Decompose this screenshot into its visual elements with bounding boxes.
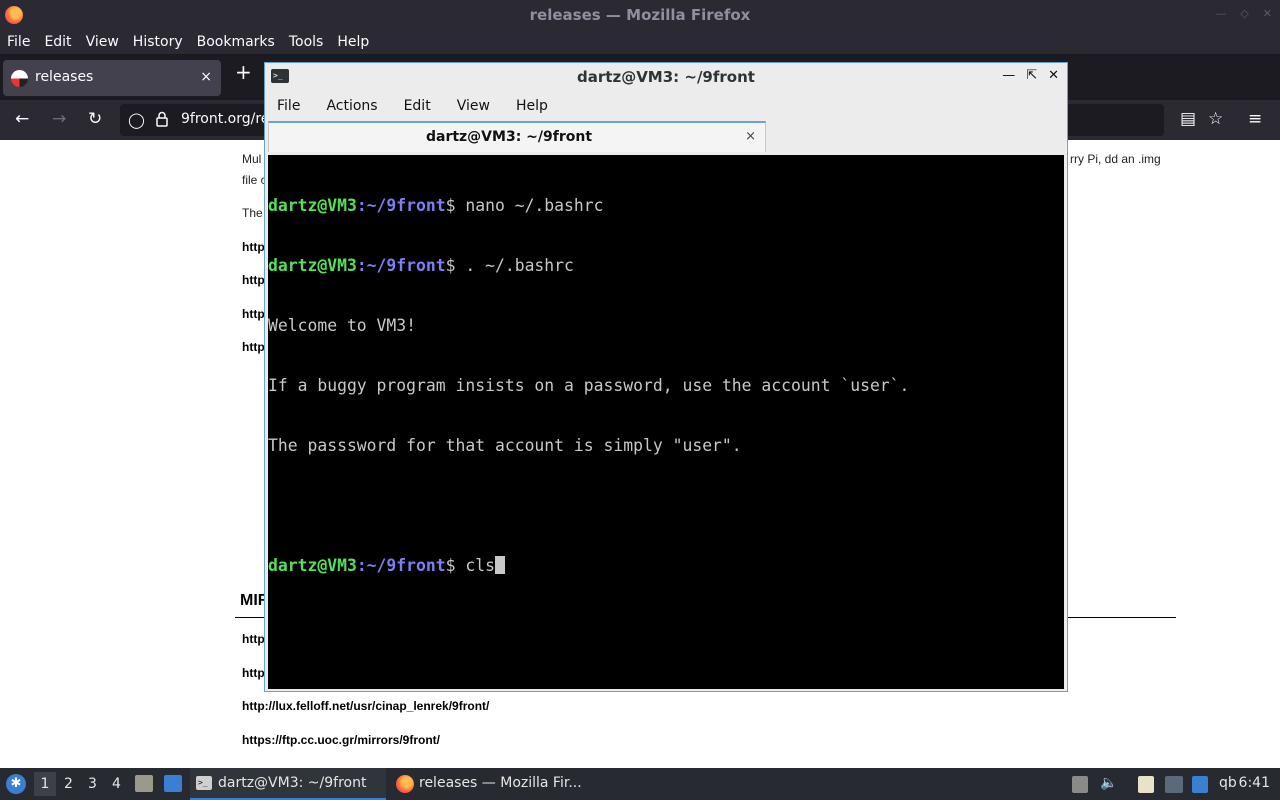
tab-releases[interactable]: releases × [3,60,221,96]
release-link[interactable]: http [242,240,265,254]
menu-file[interactable]: File [277,98,300,114]
volume-icon[interactable]: 🔈 [1100,775,1117,791]
terminal-line: dartz@VM3:~/9front$ . ~/.bashrc [268,256,574,275]
release-link[interactable]: http [242,307,265,321]
mirror-link[interactable]: http://lux.felloff.net/usr/cinap_lenrek/… [242,699,489,713]
page-text-fragment: The [242,206,263,220]
reader-view-icon[interactable]: ▤ [1180,110,1196,128]
terminal-tabbar: dartz@VM3: ~/9front × [265,120,1067,153]
menu-history[interactable]: History [133,34,183,50]
text-cursor [494,556,505,574]
mirror-link[interactable]: https://ftp.cc.uoc.gr/mirrors/9front/ [242,733,440,747]
new-tab-button[interactable]: + [235,62,252,82]
menu-help[interactable]: Help [516,98,548,114]
tab-close-icon[interactable]: × [200,69,212,85]
back-arrow-icon[interactable]: ← [15,110,29,128]
terminal-window-controls: — ⇱ ✕ [1002,68,1059,83]
menu-file[interactable]: File [7,34,30,50]
forward-arrow-icon[interactable]: → [52,110,66,128]
terminal-line: dartz@VM3:~/9front$ nano ~/.bashrc [268,196,604,215]
terminal-menubar: File Actions Edit View Help [265,92,1067,120]
hamburger-menu-icon[interactable]: ≡ [1248,110,1262,128]
show-desktop-icon[interactable] [164,775,182,792]
release-link[interactable]: http [242,340,265,354]
maximize-icon[interactable]: ◇ [1240,7,1248,20]
favicon-icon [11,70,28,87]
page-text-fragment: Mul [242,152,262,166]
mirror-link[interactable]: http [242,632,265,646]
minimize-icon[interactable]: — [1215,7,1226,20]
taskbar-item-terminal[interactable]: >_ dartz@VM3: ~/9front [190,768,386,800]
firefox-menubar: File Edit View History Bookmarks Tools H… [0,29,1280,54]
terminal-line: If a buggy program insists on a password… [268,376,910,395]
firefox-titlebar: releases — Mozilla Firefox — ◇ ✕ [0,0,1280,29]
terminal-tab-label: dartz@VM3: ~/9front [425,129,593,145]
start-menu-icon[interactable]: ✱ [6,774,26,794]
close-icon[interactable]: ✕ [1263,7,1272,20]
close-icon[interactable]: ✕ [1048,68,1059,83]
workspace-1[interactable]: 1 [34,772,56,796]
menu-view[interactable]: View [457,98,490,114]
keyboard-layout-indicator[interactable]: qb [1219,775,1237,791]
taskbar: ✱ 1 2 3 4 >_ dartz@VM3: ~/9front release… [0,768,1280,800]
update-notifier-icon[interactable] [1192,776,1208,793]
menu-help[interactable]: Help [337,34,369,50]
mirror-link[interactable]: http [242,666,265,680]
taskbar-item-label: dartz@VM3: ~/9front [218,775,367,791]
notes-icon[interactable] [1138,776,1154,793]
workspace-4[interactable]: 4 [112,776,121,792]
maximize-icon[interactable]: ⇱ [1026,68,1037,83]
release-link[interactable]: http [242,273,265,287]
terminal-window-title: dartz@VM3: ~/9front [577,68,755,86]
menu-edit[interactable]: Edit [404,98,431,114]
menu-view[interactable]: View [86,34,119,50]
taskbar-item-label: releases — Mozilla Fir... [419,775,582,791]
clipboard-icon[interactable] [1072,776,1088,793]
menu-bookmarks[interactable]: Bookmarks [197,34,275,50]
firefox-window-title: releases — Mozilla Firefox [529,6,751,24]
menu-edit[interactable]: Edit [44,34,71,50]
taskbar-item-firefox[interactable]: releases — Mozilla Fir... [390,768,586,800]
terminal-line: The passsword for that account is simply… [268,436,742,455]
page-text-fragment: rry Pi, dd an .img [1070,152,1161,166]
file-manager-icon[interactable] [135,775,153,792]
firefox-window-controls: — ◇ ✕ [1215,7,1272,20]
tracking-shield-icon[interactable]: ◯ [128,111,145,129]
terminal-line: Welcome to VM3! [268,316,417,335]
bookmark-star-icon[interactable]: ☆ [1208,110,1223,128]
terminal-window: >_ dartz@VM3: ~/9front — ⇱ ✕ File Action… [264,62,1068,692]
workspace-2[interactable]: 2 [64,776,73,792]
page-text-fragment: file c [242,173,267,187]
tab-close-icon[interactable]: × [745,129,756,144]
terminal-tab[interactable]: dartz@VM3: ~/9front × [268,121,766,152]
minimize-icon[interactable]: — [1002,68,1015,83]
url-text: 9front.org/re [181,111,270,127]
menu-tools[interactable]: Tools [289,34,324,50]
menu-actions[interactable]: Actions [326,98,377,114]
reload-icon[interactable]: ↻ [88,110,102,128]
firefox-icon [396,775,414,793]
terminal-icon: >_ [196,776,212,790]
terminal-titlebar[interactable]: >_ dartz@VM3: ~/9front — ⇱ ✕ [265,63,1067,91]
terminal-prompt-line: dartz@VM3:~/9front$ cls [268,556,1064,576]
workspace-3[interactable]: 3 [88,776,97,792]
terminal-screen[interactable]: dartz@VM3:~/9front$ nano ~/.bashrc dartz… [268,155,1064,689]
network-icon[interactable] [1165,776,1183,793]
tab-label: releases [35,69,94,85]
clock[interactable]: 6:41 [1239,775,1270,791]
lock-icon[interactable] [156,111,168,127]
